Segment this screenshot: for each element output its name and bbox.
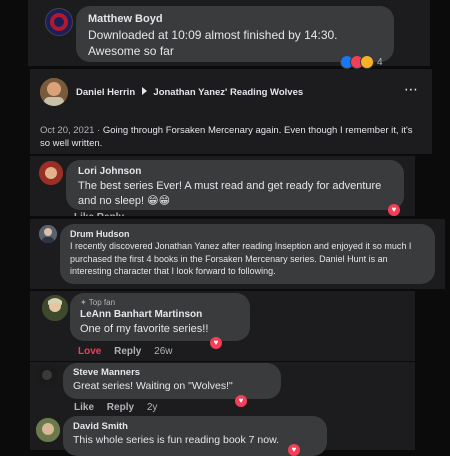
reaction-summary[interactable]: 4 <box>340 55 383 69</box>
avatar-image <box>36 365 58 387</box>
top-fan-icon: ✦ <box>80 298 87 307</box>
reaction-count: 4 <box>377 56 383 68</box>
avatar-matthew-boyd[interactable] <box>45 8 73 36</box>
avatar-daniel-herrin[interactable] <box>40 78 68 106</box>
comment-actions: Love Reply 26w <box>78 346 183 357</box>
love-reaction-icon[interactable]: ♥ <box>288 444 300 456</box>
avatar-david-smith[interactable] <box>36 418 60 442</box>
avatar-image <box>36 418 60 442</box>
love-reaction-icon[interactable]: ♥ <box>210 337 222 349</box>
reply-panel-leann: ✦ Top fan LeAnn Banhart Martinson One of… <box>30 291 415 361</box>
reply-link[interactable]: Reply <box>114 346 141 357</box>
comment-panel-top: Matthew Boyd Downloaded at 10:09 almost … <box>28 0 430 69</box>
reply-panel-steve: Steve Manners Great series! Waiting on "… <box>30 362 415 414</box>
reply-panel-drum: Drum Hudson I recently discovered Jonath… <box>30 219 445 289</box>
avatar-leann[interactable] <box>42 295 68 321</box>
avatar-lori-johnson[interactable] <box>39 161 63 185</box>
avatar-image <box>40 78 68 106</box>
top-fan-label: Top fan <box>88 298 116 307</box>
avatar-image <box>42 295 68 321</box>
comment-text: Great series! Waiting on "Wolves!" <box>73 380 233 392</box>
comment-text: Downloaded at 10:09 almost finished by 1… <box>88 28 338 58</box>
avatar-image <box>39 161 63 185</box>
like-link[interactable]: Like <box>74 402 94 413</box>
comment-text: One of my favorite series!! <box>80 323 209 335</box>
avatar-image <box>39 225 57 243</box>
top-fan-badge: ✦ Top fan <box>80 298 240 307</box>
comment-author[interactable]: Matthew Boyd <box>88 13 382 25</box>
caret-right-icon <box>141 87 147 95</box>
post-text: Going through Forsaken Mercenary again. … <box>40 125 413 149</box>
comment-time[interactable]: 26w <box>154 346 172 357</box>
post-separator: · <box>97 125 101 136</box>
reply-panel-david: David Smith This whole series is fun rea… <box>30 414 415 456</box>
comment-author[interactable]: Steve Manners <box>73 367 271 378</box>
reply-link[interactable]: Reply <box>107 402 134 413</box>
comment-time[interactable]: 2y <box>147 402 158 413</box>
comment-author[interactable]: Drum Hudson <box>70 229 425 239</box>
post-header: Daniel Herrin Jonathan Yanez' Reading Wo… <box>76 87 303 98</box>
comment-author[interactable]: LeAnn Banhart Martinson <box>80 309 240 320</box>
comment-text: The best series Ever! A must read and ge… <box>78 180 382 207</box>
comment-bubble: Drum Hudson I recently discovered Jonath… <box>60 224 435 284</box>
care-reaction-icon <box>360 55 374 69</box>
love-reaction-icon[interactable]: ♥ <box>235 395 247 407</box>
comment-text: This whole series is fun reading book 7 … <box>73 434 280 446</box>
more-options-icon[interactable]: ⋯ <box>404 81 418 98</box>
love-link[interactable]: Love <box>78 346 101 357</box>
post-panel: Daniel Herrin Jonathan Yanez' Reading Wo… <box>30 69 432 154</box>
reply-panel-lori: Lori Johnson The best series Ever! A mus… <box>30 156 415 216</box>
comment-actions[interactable]: Like Reply <box>74 212 124 216</box>
comment-text: I recently discovered Jonathan Yanez aft… <box>70 241 412 276</box>
comment-author[interactable]: David Smith <box>73 421 317 432</box>
avatar-steve-manners[interactable] <box>36 365 58 387</box>
avatar-image <box>50 13 68 31</box>
post-group[interactable]: Jonathan Yanez' Reading Wolves <box>153 87 303 98</box>
post-body: Oct 20, 2021 · Going through Forsaken Me… <box>40 124 424 150</box>
comment-actions: Like Reply 2y <box>74 402 167 413</box>
comment-bubble: ✦ Top fan LeAnn Banhart Martinson One of… <box>70 293 250 341</box>
love-reaction-icon[interactable]: ♥ <box>388 204 400 216</box>
comment-bubble: Steve Manners Great series! Waiting on "… <box>63 363 281 399</box>
avatar-drum-hudson[interactable] <box>39 225 57 243</box>
comment-bubble: Matthew Boyd Downloaded at 10:09 almost … <box>76 6 394 62</box>
post-author[interactable]: Daniel Herrin <box>76 87 135 98</box>
post-date[interactable]: Oct 20, 2021 <box>40 125 94 136</box>
comment-bubble: Lori Johnson The best series Ever! A mus… <box>66 160 404 210</box>
comment-author[interactable]: Lori Johnson <box>78 166 392 177</box>
